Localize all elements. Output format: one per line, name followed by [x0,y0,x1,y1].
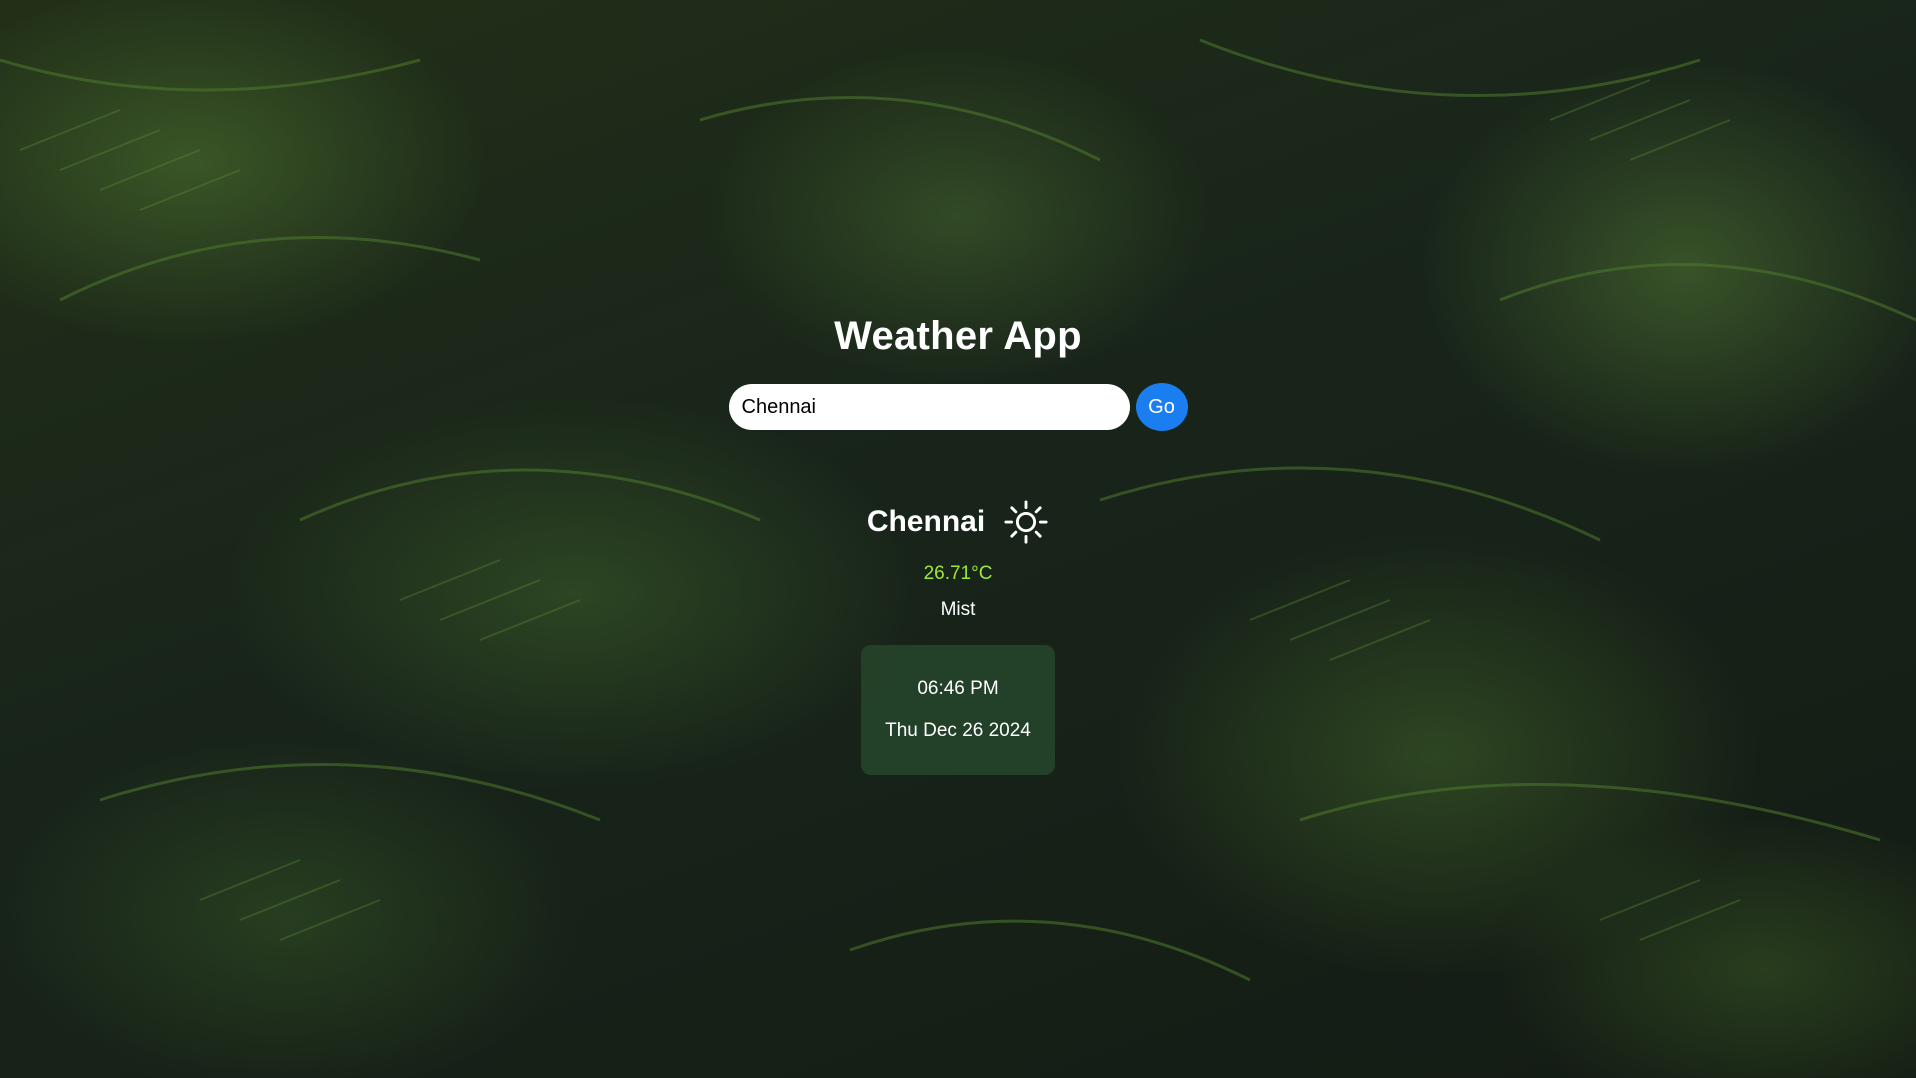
go-button[interactable]: Go [1135,383,1188,431]
current-date: Thu Dec 26 2024 [885,720,1031,741]
temperature-reading: 26.71°C [923,563,993,584]
weather-condition: Mist [940,599,976,620]
page-title: Weather App [834,314,1082,358]
city-search-input[interactable] [728,384,1130,430]
city-name: Chennai [866,505,986,538]
sun-icon [1004,500,1048,544]
time-card: 06:46 PM Thu Dec 26 2024 [861,645,1055,775]
city-header: Chennai [867,499,1049,545]
weather-app: Weather App Go Chennai 26.71°C Mist 06:4… [0,0,1916,1078]
current-time: 06:46 PM [917,678,999,699]
search-bar: Go [728,383,1188,431]
